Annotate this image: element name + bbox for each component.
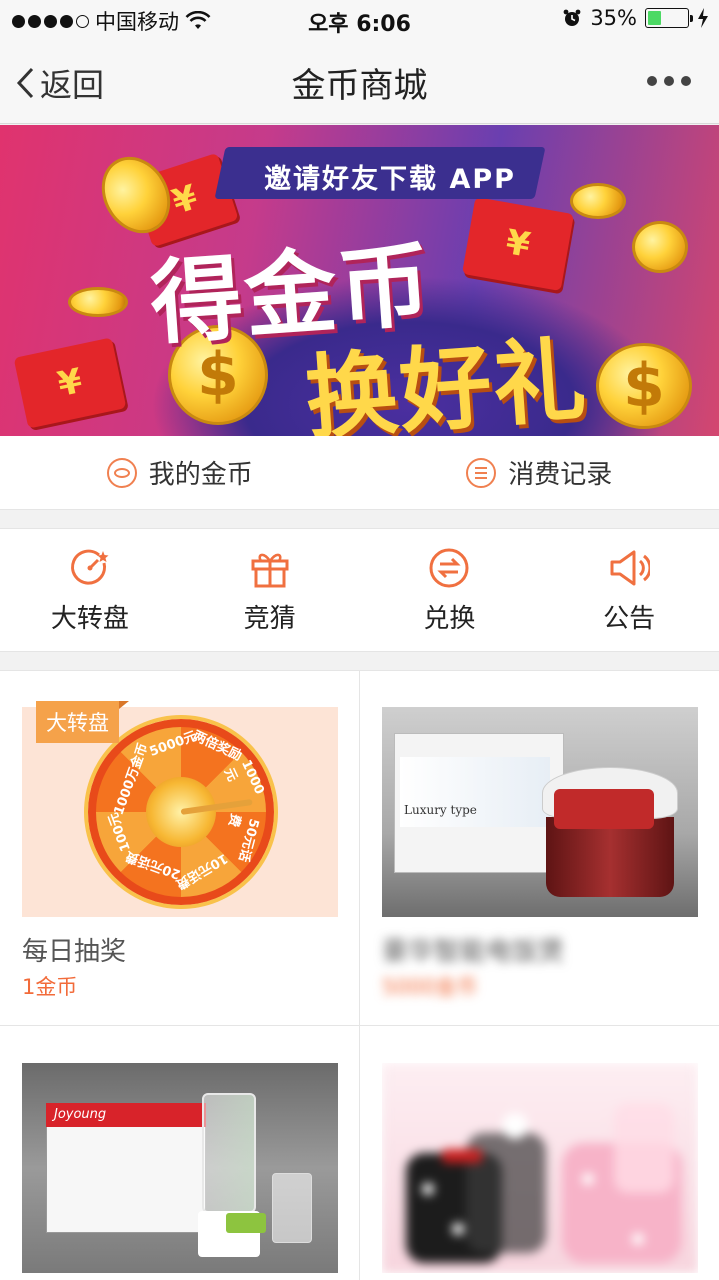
coin-icon: $	[596, 343, 692, 429]
product-card-lottery[interactable]: 5000元 两倍奖励 1000元 50元话费 10元话费 20元话费 100元 …	[22, 701, 338, 1001]
product-tag: 大转盘	[36, 701, 129, 743]
more-dot	[681, 76, 691, 86]
charging-icon	[698, 8, 708, 28]
gift-icon-svg	[251, 553, 289, 587]
quick-item-notice[interactable]: 公告	[539, 529, 719, 651]
coin-icon	[570, 183, 626, 219]
exchange-icon-svg	[429, 548, 469, 587]
blender-jar	[202, 1093, 256, 1213]
product-price: 5000金币	[382, 975, 478, 999]
speaker-icon-svg	[610, 550, 651, 585]
quick-menu: 大转盘 竞猜 兑换 公告	[0, 528, 719, 652]
quick-item-wheel[interactable]: 大转盘	[0, 529, 180, 651]
red-envelope-icon: ¥	[13, 337, 127, 429]
grid-divider	[0, 1025, 719, 1026]
product-price: 1金币	[22, 975, 78, 999]
battery-icon	[645, 8, 693, 28]
coin-icon-inner	[113, 467, 130, 478]
product-name: 豪华智能电饭煲	[382, 937, 565, 967]
polka-dot	[632, 1233, 644, 1245]
battery-fill	[648, 11, 662, 25]
my-coins-link[interactable]: 我的金币	[0, 436, 360, 509]
battery-percent: 35%	[590, 6, 637, 30]
polka-dot	[422, 1183, 434, 1195]
grid-divider	[359, 671, 360, 1280]
yuan-symbol: ¥	[54, 360, 86, 406]
blender-cup	[272, 1173, 312, 1243]
exchange-icon	[427, 546, 471, 590]
red-envelope-icon: ¥	[461, 196, 575, 292]
gift-icon	[248, 546, 292, 590]
banner-headline-2: 换好礼	[302, 326, 591, 436]
wheel-label: 1000万金币	[111, 741, 152, 818]
page-title: 金币商城	[291, 66, 428, 106]
prize-wheel-icon: 5000元 两倍奖励 1000元 50元话费 10元话费 20元话费 100元 …	[88, 719, 274, 905]
wheel-label: 20元话费	[123, 847, 183, 882]
polka-dot	[502, 1113, 528, 1139]
quick-label: 竞猜	[243, 603, 296, 634]
quick-label: 大转盘	[50, 603, 129, 634]
wheel-icon	[68, 546, 112, 590]
cooker-body	[546, 817, 674, 897]
product-box-text: Luxury type	[404, 803, 477, 817]
polka-dot	[582, 1173, 594, 1185]
coin-icon	[106, 457, 137, 488]
wheel-icon-svg	[70, 549, 109, 585]
wheel-label: 100元	[106, 810, 134, 854]
wheel-label: 10元话费	[173, 849, 231, 892]
coin-icon	[68, 287, 128, 317]
coin-links: 我的金币 消费记录	[0, 436, 719, 510]
nav-bar: 返回 金币商城	[0, 40, 719, 124]
list-icon-lines	[475, 466, 488, 479]
banner-ribbon-text: 邀请好友下载 APP	[264, 164, 516, 195]
quick-label: 公告	[603, 603, 656, 634]
cups-image	[382, 1063, 698, 1273]
rice-cooker	[542, 767, 678, 897]
cup-band	[442, 1149, 482, 1163]
pink-glass-cup	[614, 1103, 674, 1193]
coin-icon	[632, 221, 688, 273]
alarm-icon	[563, 9, 581, 26]
quick-item-guess[interactable]: 竞猜	[180, 529, 360, 651]
spend-record-link[interactable]: 消费记录	[360, 436, 719, 509]
product-card-cups[interactable]	[382, 1063, 698, 1273]
blender-accent	[226, 1213, 266, 1233]
product-box-brand: Joyoung	[54, 1107, 107, 1122]
speaker-icon	[607, 546, 651, 590]
my-coins-label: 我的金币	[148, 460, 253, 490]
more-dot	[664, 76, 674, 86]
quick-label: 兑换	[423, 603, 476, 634]
yuan-symbol: ¥	[502, 222, 534, 266]
more-dot	[647, 76, 657, 86]
quick-item-exchange[interactable]: 兑换	[360, 529, 540, 651]
rice-cooker-image: Luxury type	[382, 707, 698, 917]
wheel-label: 两倍奖励	[190, 728, 244, 765]
blender-image: Joyoung	[22, 1063, 338, 1273]
status-right: 35%	[562, 6, 709, 30]
product-image: Luxury type	[382, 707, 698, 917]
yuan-symbol: ¥	[167, 177, 203, 223]
coin-symbol: $	[623, 351, 665, 421]
list-icon	[466, 457, 497, 488]
promo-banner[interactable]: ¥ ¥ ¥ $ $ 邀请好友下载 APP 得金币 换好礼	[0, 125, 719, 436]
product-image: Joyoung	[22, 1063, 338, 1273]
status-bar: 中国移动 오후 6:06 35%	[0, 0, 719, 40]
more-menu-button[interactable]	[647, 76, 691, 86]
spend-record-label: 消费记录	[508, 460, 613, 490]
product-card-rice-cooker[interactable]: Luxury type 豪华智能电饭煲 5000金币	[382, 707, 698, 1001]
cooker-panel	[554, 789, 654, 829]
product-grid: 5000元 两倍奖励 1000元 50元话费 10元话费 20元话费 100元 …	[0, 670, 719, 1280]
polka-dot	[452, 1223, 464, 1235]
product-name: 每日抽奖	[22, 937, 127, 967]
product-card-blender[interactable]: Joyoung	[22, 1063, 338, 1273]
product-image	[382, 1063, 698, 1273]
